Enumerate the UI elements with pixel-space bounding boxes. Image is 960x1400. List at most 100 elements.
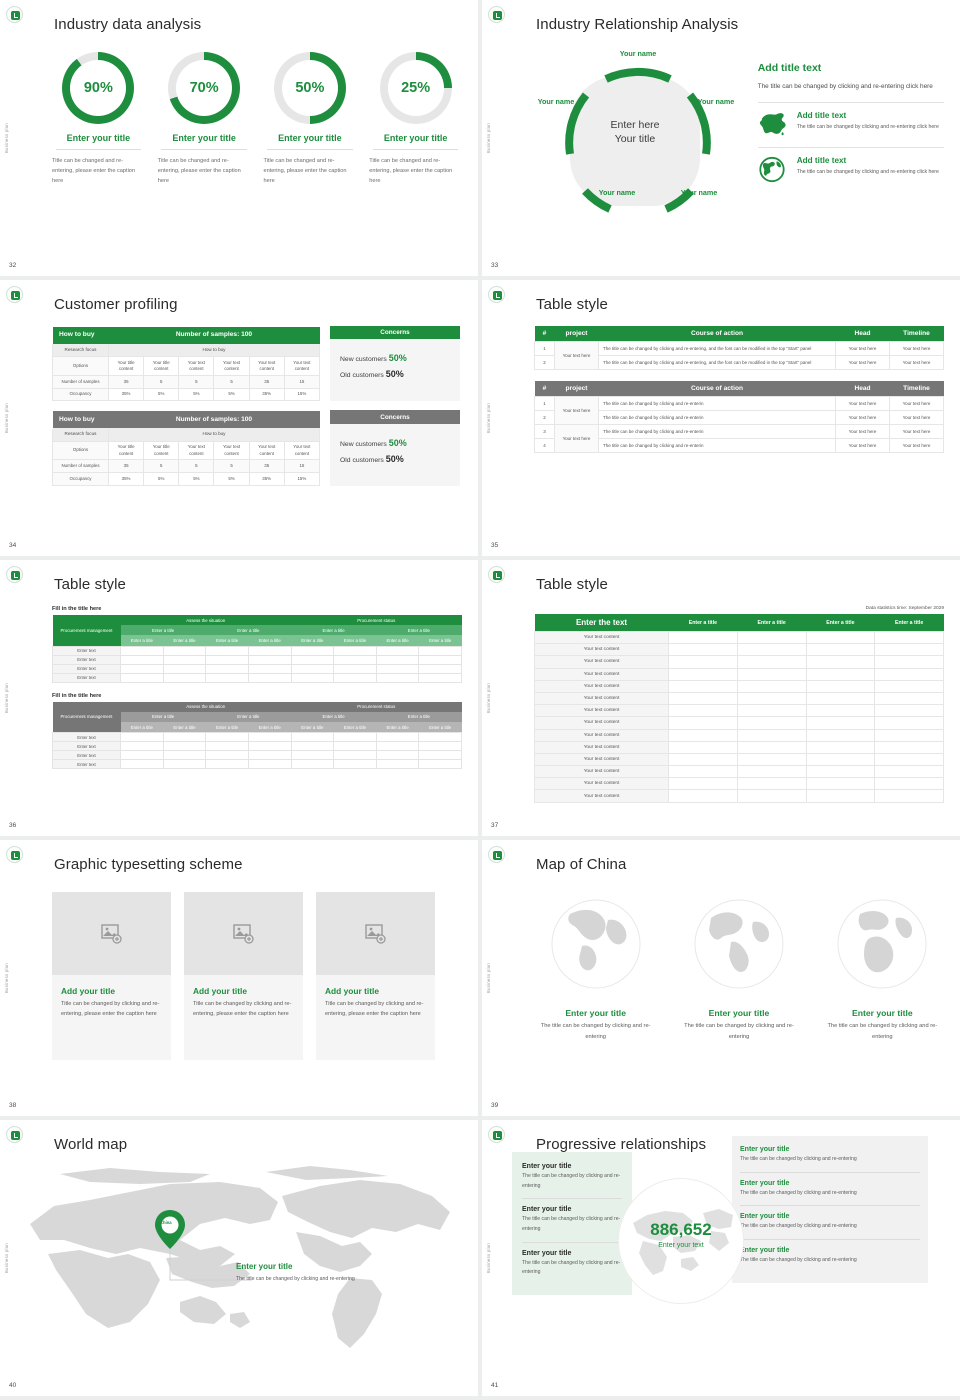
cell[interactable]	[120, 645, 164, 656]
detail-item-1[interactable]: Add title text The title can be changed …	[758, 111, 944, 138]
cell[interactable]	[874, 667, 944, 681]
table-row[interactable]: Options Your title content Your title cont…	[52, 440, 321, 461]
cell[interactable]	[247, 741, 292, 752]
table-row[interactable]: Your text content	[534, 728, 944, 742]
cell[interactable]	[205, 750, 249, 761]
samples-table[interactable]: How to buy Number of samples: 100 Research…	[52, 410, 321, 486]
cell[interactable]	[375, 663, 420, 674]
table-row[interactable]: Your text content	[534, 704, 944, 718]
cell[interactable]	[162, 750, 207, 761]
cell[interactable]	[375, 654, 420, 665]
cell[interactable]	[805, 728, 876, 742]
donut-card-2[interactable]: 70% Enter your title Title can be changed …	[158, 52, 251, 186]
detail-item-2[interactable]: Add title text The title can be changed …	[758, 156, 944, 183]
cycle-node-5[interactable]: Your name	[533, 97, 579, 107]
cell[interactable]	[805, 740, 876, 754]
cell[interactable]	[418, 672, 462, 683]
cell[interactable]	[736, 655, 807, 669]
cell[interactable]	[162, 654, 207, 665]
cell[interactable]	[162, 663, 207, 674]
cell[interactable]	[874, 789, 944, 803]
table-row[interactable]: Enter text	[52, 741, 462, 752]
table-row[interactable]: Enter text	[52, 759, 462, 770]
cell[interactable]	[668, 630, 738, 645]
table-row[interactable]: Your text content	[534, 655, 944, 669]
cell[interactable]	[375, 741, 420, 752]
cell[interactable]	[247, 663, 292, 674]
donut-card-3[interactable]: 50% Enter your title Title can be changed …	[264, 52, 357, 186]
slide-37[interactable]: Business plan 37 Table style Data statis…	[482, 560, 960, 836]
cell[interactable]	[874, 704, 944, 718]
cell[interactable]	[333, 645, 377, 656]
action-table-1[interactable]: # project Course of action Head Timeline 1 You…	[534, 326, 944, 370]
cell[interactable]	[668, 643, 738, 657]
cycle-node-4[interactable]: Your name	[594, 188, 640, 198]
donut-card-4[interactable]: 25% Enter your title Title can be changed …	[369, 52, 462, 186]
cell[interactable]	[333, 759, 377, 770]
cell[interactable]	[162, 732, 207, 743]
cell[interactable]	[736, 752, 807, 767]
cell[interactable]	[418, 654, 462, 665]
cell[interactable]	[805, 752, 876, 767]
cell[interactable]	[290, 750, 335, 761]
left-block-2[interactable]: Enter your title The title can be changed…	[522, 1206, 622, 1234]
cell[interactable]	[418, 645, 462, 656]
cell[interactable]	[874, 740, 944, 754]
table-row[interactable]: Enter text	[52, 732, 462, 743]
cell[interactable]	[375, 732, 420, 743]
cell[interactable]	[290, 759, 335, 770]
cell[interactable]	[668, 752, 738, 767]
cell[interactable]	[418, 732, 462, 743]
cell[interactable]	[205, 654, 249, 665]
cell[interactable]	[333, 672, 377, 683]
cell[interactable]	[375, 672, 420, 683]
cell[interactable]	[120, 759, 164, 770]
cell[interactable]	[805, 691, 876, 706]
cell[interactable]	[736, 691, 807, 706]
table-row[interactable]: Your text content	[534, 643, 944, 657]
table-row[interactable]: Enter text	[52, 750, 462, 761]
cell[interactable]	[736, 728, 807, 742]
table-row[interactable]: 3 Your text here The title can be changed …	[534, 423, 944, 454]
cell[interactable]	[668, 777, 738, 791]
cell[interactable]	[120, 663, 164, 674]
globe-card-2[interactable]: Enter your title The title can be changed…	[677, 896, 800, 1042]
cell[interactable]	[874, 752, 944, 767]
cell[interactable]	[418, 741, 462, 752]
cell[interactable]	[120, 672, 164, 683]
image-placeholder[interactable]	[184, 892, 303, 975]
cell[interactable]	[247, 750, 292, 761]
slide-41[interactable]: Business plan 41 Progressive relationshi…	[482, 1120, 960, 1396]
globe-card-1[interactable]: Enter your title The title can be changed…	[534, 896, 657, 1042]
cell[interactable]	[162, 741, 207, 752]
cell[interactable]	[333, 663, 377, 674]
cell[interactable]	[736, 716, 807, 730]
samples-table[interactable]: How to buy Number of samples: 100 Research…	[52, 326, 321, 402]
cell[interactable]	[162, 759, 207, 770]
cell[interactable]	[247, 645, 292, 656]
globe-card-3[interactable]: Enter your title The title can be changed…	[821, 896, 944, 1042]
cell[interactable]	[736, 667, 807, 681]
slide-32[interactable]: Business plan 32 Industry data analysis …	[0, 0, 478, 276]
cell[interactable]	[120, 750, 164, 761]
map-pin-icon[interactable]	[153, 1208, 189, 1252]
image-placeholder[interactable]	[52, 892, 171, 975]
right-block-2[interactable]: Enter your title The title can be changed…	[740, 1180, 920, 1199]
right-block-3[interactable]: Enter your title The title can be changed…	[740, 1213, 920, 1232]
table-row[interactable]: Options Your title content Your title cont…	[52, 356, 321, 377]
cell[interactable]	[874, 655, 944, 669]
table-row[interactable]: Your text content	[534, 630, 944, 645]
cell[interactable]	[874, 716, 944, 730]
table-row[interactable]: Your text content	[534, 679, 944, 693]
cell[interactable]	[874, 728, 944, 742]
slide-35[interactable]: Business plan 35 Table style # project Cou…	[482, 280, 960, 556]
concerns-panel[interactable]: Concerns New customers 50% Old customers 5…	[330, 326, 460, 402]
table-row[interactable]: Your text content	[534, 752, 944, 767]
table-row[interactable]: Enter text	[52, 663, 462, 674]
cell[interactable]	[333, 741, 377, 752]
cell[interactable]	[162, 645, 207, 656]
cell[interactable]	[874, 630, 944, 645]
cell[interactable]	[874, 679, 944, 693]
cell[interactable]	[736, 643, 807, 657]
table-row[interactable]: Number of samples 35 5 5 5 35 15	[52, 375, 321, 389]
